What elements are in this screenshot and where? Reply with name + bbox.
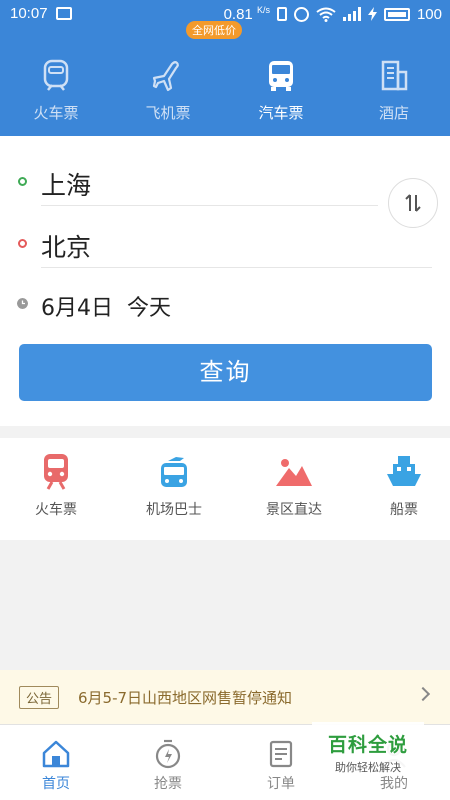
swap-icon xyxy=(405,194,421,212)
bottom-nav-home[interactable]: 首页 xyxy=(0,725,112,800)
mountain-icon xyxy=(276,459,312,486)
bus-icon xyxy=(269,61,293,91)
bottom-nav-label: 我的 xyxy=(380,776,408,792)
alarm-icon xyxy=(293,6,309,22)
signal-icon xyxy=(342,7,361,21)
quick-link-label: 船票 xyxy=(390,502,418,518)
quick-link-label: 景区直达 xyxy=(266,502,322,518)
vibrate-icon xyxy=(276,7,287,21)
arrival-row[interactable]: 北京 xyxy=(0,208,450,268)
tab-label: 汽车票 xyxy=(258,104,304,122)
chevron-right-icon xyxy=(415,686,431,702)
quick-link-airport-bus[interactable]: 机场巴士 xyxy=(118,438,230,540)
status-time: 10:07 xyxy=(10,5,48,22)
date-row[interactable]: 6月4日 今天 xyxy=(0,268,450,328)
airport-bus-icon xyxy=(161,457,187,487)
tab-label: 飞机票 xyxy=(145,104,191,122)
bottom-nav-label: 订单 xyxy=(267,776,295,792)
notice-tag: 公告 xyxy=(19,686,60,709)
travel-date[interactable]: 6月4日 今天 xyxy=(41,290,171,322)
quick-link-label: 火车票 xyxy=(35,502,77,518)
battery-icon xyxy=(383,7,410,21)
tab-label: 火车票 xyxy=(33,104,79,122)
message-icon xyxy=(56,7,72,20)
airplane-icon xyxy=(152,61,179,92)
quick-links: 火车票 机场巴士 景区直达 船票 xyxy=(0,438,450,540)
low-price-badge: 全网低价 xyxy=(186,21,242,39)
bottom-nav-grab-ticket[interactable]: 抢票 xyxy=(112,725,224,800)
departure-dot-icon xyxy=(18,177,27,186)
departure-row[interactable]: 上海 xyxy=(0,146,450,206)
notice-text[interactable]: 6月5-7日山西地区网售暂停通知 xyxy=(78,687,292,708)
bottom-nav-label: 首页 xyxy=(42,776,70,792)
search-card: 上海 北京 6月4日 今天 查询 xyxy=(0,136,450,426)
departure-city[interactable]: 上海 xyxy=(41,166,91,202)
home-icon xyxy=(42,740,70,768)
train-icon xyxy=(43,59,69,91)
bottom-nav-label: 抢票 xyxy=(154,776,182,792)
wifi-icon xyxy=(316,7,336,22)
train-icon xyxy=(44,454,68,490)
watermark-title: 百科全说 xyxy=(327,734,408,756)
clock-icon xyxy=(17,298,28,309)
notice-bar[interactable]: 公告 6月5-7日山西地区网售暂停通知 xyxy=(0,670,450,724)
grab-ticket-icon xyxy=(155,739,181,769)
divider xyxy=(41,205,378,206)
order-icon xyxy=(269,740,293,768)
watermark: 百科全说 助你轻松解决 xyxy=(312,722,424,774)
watermark-subtitle: 助你轻松解决 xyxy=(335,761,401,774)
battery-level: 100 xyxy=(416,5,442,23)
ship-icon xyxy=(387,456,421,486)
arrival-city[interactable]: 北京 xyxy=(41,228,91,264)
charging-icon xyxy=(367,7,377,21)
tab-bus-ticket[interactable]: 汽车票 xyxy=(225,30,337,136)
top-tab-bar: 火车票 飞机票 汽车票 酒店 xyxy=(0,30,450,136)
arrival-dot-icon xyxy=(18,239,27,248)
quick-link-scenic[interactable]: 景区直达 xyxy=(238,438,350,540)
quick-link-train[interactable]: 火车票 xyxy=(0,438,112,540)
status-indicators: 0.81 K/s 100 xyxy=(224,5,442,23)
quick-link-ship[interactable]: 船票 xyxy=(348,438,450,540)
tab-hotel[interactable]: 酒店 xyxy=(338,30,450,136)
hotel-icon xyxy=(381,60,408,91)
tab-flight-ticket[interactable]: 飞机票 xyxy=(112,30,224,136)
query-button[interactable]: 查询 xyxy=(19,344,432,401)
swap-cities-button[interactable] xyxy=(388,178,438,228)
tab-label: 酒店 xyxy=(378,104,409,122)
tab-train-ticket[interactable]: 火车票 xyxy=(0,30,112,136)
quick-link-label: 机场巴士 xyxy=(146,502,202,518)
network-speed-unit: K/s xyxy=(256,5,270,15)
